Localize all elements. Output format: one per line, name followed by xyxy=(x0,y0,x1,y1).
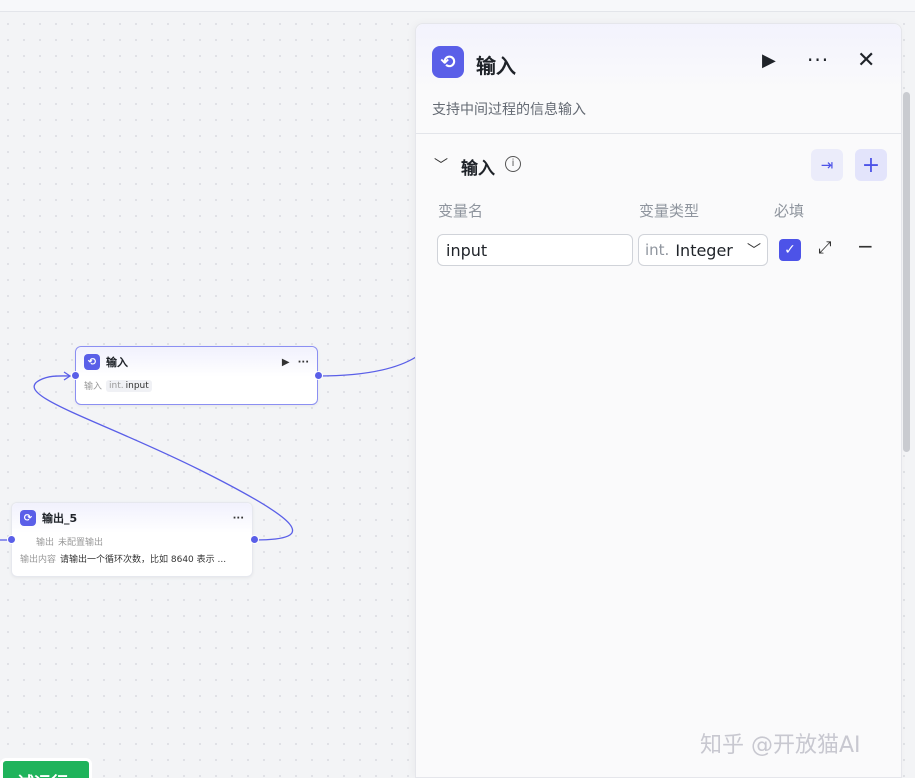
input-node-icon: ⟲ xyxy=(84,354,100,370)
chevron-down-icon[interactable]: ﹀ xyxy=(434,155,448,175)
panel-title: 输入 xyxy=(476,54,516,78)
tag-type: int. xyxy=(109,380,124,391)
output-node-icon: ⟳ xyxy=(20,510,36,526)
expand-icon[interactable]: ⤢ xyxy=(818,238,832,258)
type-value: Integer xyxy=(675,240,733,260)
input-variable-tag: int. input xyxy=(106,379,152,392)
remove-variable-button[interactable]: − xyxy=(857,234,874,258)
chevron-down-icon: ﹀ xyxy=(747,243,761,259)
panel-description: 支持中间过程的信息输入 xyxy=(432,102,586,118)
section-title: 输入 xyxy=(461,159,495,179)
test-run-button[interactable]: 试运行 xyxy=(0,758,92,778)
output-node-header: ⟳ 输出_5 ··· xyxy=(12,503,252,533)
play-icon[interactable]: ▶ xyxy=(762,50,776,71)
required-checkbox[interactable]: ✓ xyxy=(779,239,801,261)
output-node-in-port[interactable] xyxy=(7,535,16,544)
column-header-name: 变量名 xyxy=(438,202,484,220)
input-node-row-key: 输入 xyxy=(84,382,103,392)
more-icon[interactable]: ··· xyxy=(233,513,244,524)
panel-header: ⟲ 输入 ▶ ··· ✕ 支持中间过程的信息输入 xyxy=(416,24,901,134)
output-node-out-port[interactable] xyxy=(250,535,259,544)
input-node-in-port[interactable] xyxy=(71,371,80,380)
input-node-row: 输入 int. input xyxy=(76,377,317,394)
input-node[interactable]: ⟲ 输入 ▶ ··· 输入 int. input xyxy=(75,346,318,405)
more-icon[interactable]: ··· xyxy=(298,357,309,368)
watermark: 知乎 @开放猫AI xyxy=(700,733,861,758)
edge-input-to-next xyxy=(317,356,417,377)
output-node[interactable]: ⟳ 输出_5 ··· 输出 未配置输出 输出内容 请输出一个循环次数，比如 86… xyxy=(11,502,253,577)
input-node-header: ⟲ 输入 ▶ ··· xyxy=(76,347,317,377)
close-icon[interactable]: ✕ xyxy=(857,48,875,73)
variable-type-select[interactable]: int. Integer ﹀ xyxy=(638,234,768,266)
plus-icon: + xyxy=(861,152,881,178)
play-icon[interactable]: ▶ xyxy=(282,357,290,368)
output-row-key: 输出 xyxy=(36,538,55,548)
output-node-row-2: 输出内容 请输出一个循环次数，比如 8640 表示 ... xyxy=(12,550,252,567)
import-button[interactable]: ⇥ xyxy=(811,149,843,181)
add-variable-button[interactable]: + xyxy=(855,149,887,181)
input-node-title: 输入 xyxy=(106,356,128,369)
type-prefix: int. xyxy=(645,241,670,259)
output-content-value: 请输出一个循环次数，比如 8640 表示 ... xyxy=(60,555,227,565)
input-node-icon: ⟲ xyxy=(432,46,464,78)
column-header-type: 变量类型 xyxy=(639,202,700,220)
import-icon: ⇥ xyxy=(820,156,834,174)
input-node-out-port[interactable] xyxy=(314,371,323,380)
info-icon[interactable]: i xyxy=(505,156,521,172)
output-content-key: 输出内容 xyxy=(20,555,57,565)
tag-name: input xyxy=(125,380,149,391)
column-header-required: 必填 xyxy=(774,202,805,220)
output-node-title: 输出_5 xyxy=(42,512,78,525)
output-node-row-1: 输出 未配置输出 xyxy=(12,533,252,550)
output-row-value: 未配置输出 xyxy=(58,538,104,548)
check-icon: ✓ xyxy=(784,242,796,258)
scrollbar-thumb[interactable] xyxy=(903,92,910,452)
more-icon[interactable]: ··· xyxy=(807,48,829,72)
variable-name-input[interactable] xyxy=(437,234,633,266)
node-config-panel: ⟲ 输入 ▶ ··· ✕ 支持中间过程的信息输入 ﹀ 输入 i ⇥ + 变量名 … xyxy=(415,23,902,778)
